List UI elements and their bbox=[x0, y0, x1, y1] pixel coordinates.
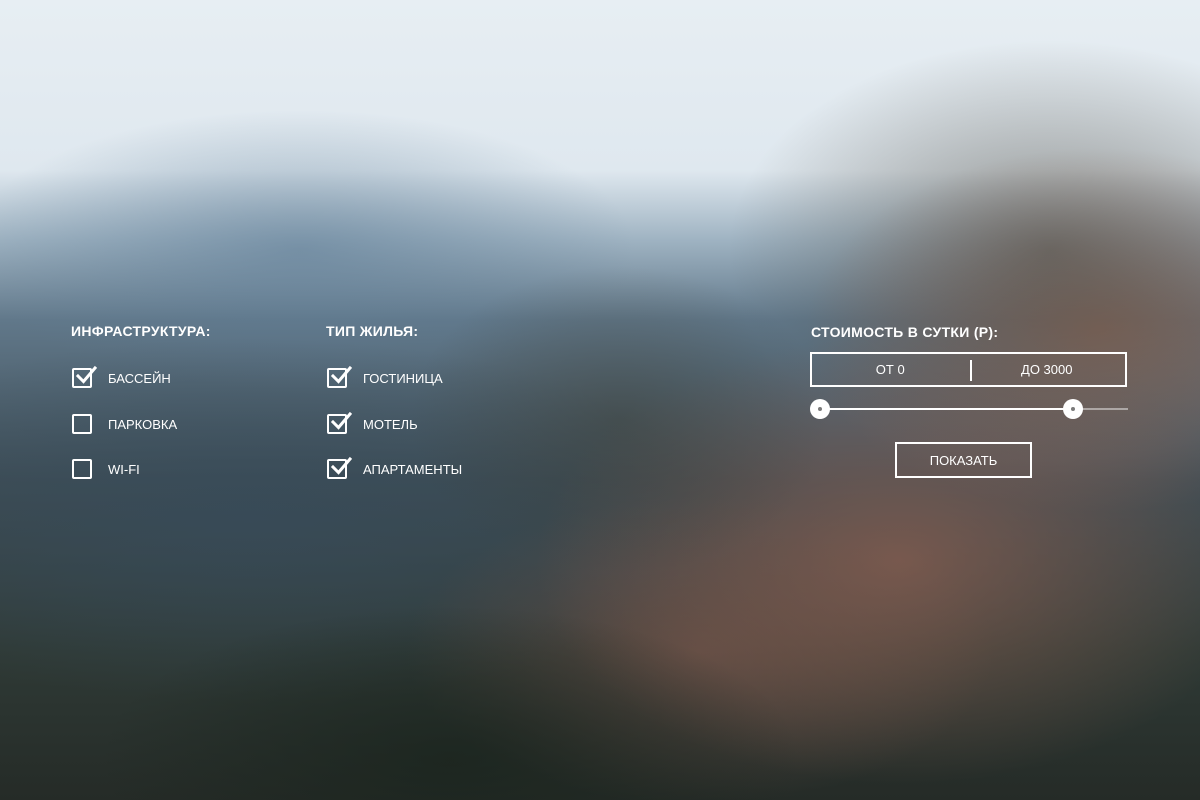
price-range-inputs: ОТ 0 ДО 3000 bbox=[810, 352, 1127, 387]
show-button[interactable]: ПОКАЗАТЬ bbox=[895, 442, 1032, 478]
price-to-field[interactable]: ДО 3000 bbox=[969, 354, 1126, 385]
checkbox-hotel[interactable] bbox=[327, 365, 352, 388]
checkbox-item-parking[interactable]: ПАРКОВКА bbox=[72, 412, 177, 436]
checkbox-label-hotel: ГОСТИНИЦА bbox=[363, 370, 443, 386]
price-heading: СТОИМОСТЬ В СУТКИ (Р): bbox=[811, 324, 999, 340]
checkmark-icon bbox=[330, 411, 352, 430]
checkbox-label-wifi: WI-FI bbox=[108, 461, 140, 477]
checkbox-label-pool: БАССЕЙН bbox=[108, 370, 171, 386]
price-divider bbox=[970, 360, 972, 381]
checkbox-parking[interactable] bbox=[72, 414, 92, 434]
checkbox-motel[interactable] bbox=[327, 411, 352, 434]
checkbox-label-parking: ПАРКОВКА bbox=[108, 416, 178, 432]
checkmark-icon bbox=[330, 456, 352, 475]
price-slider-fill bbox=[820, 408, 1073, 410]
checkbox-apartments[interactable] bbox=[327, 456, 352, 479]
infrastructure-heading: ИНФРАСТРУКТУРА: bbox=[71, 323, 211, 339]
checkbox-item-pool[interactable]: БАССЕЙН bbox=[72, 365, 171, 390]
checkbox-item-hotel[interactable]: ГОСТИНИЦА bbox=[327, 365, 443, 390]
price-slider-track[interactable] bbox=[810, 399, 1128, 419]
background-mountain-overlay bbox=[0, 0, 1200, 800]
checkbox-label-apartments: АПАРТАМЕНТЫ bbox=[363, 461, 463, 477]
price-slider-min-handle[interactable] bbox=[810, 399, 830, 419]
checkbox-label-motel: МОТЕЛЬ bbox=[363, 416, 418, 432]
checkbox-item-motel[interactable]: МОТЕЛЬ bbox=[327, 411, 418, 436]
checkmark-icon bbox=[75, 365, 97, 384]
checkbox-pool[interactable] bbox=[72, 365, 97, 388]
checkbox-item-wifi[interactable]: WI-FI bbox=[72, 457, 140, 481]
checkmark-icon bbox=[330, 365, 352, 384]
checkbox-item-apartments[interactable]: АПАРТАМЕНТЫ bbox=[327, 456, 463, 481]
checkbox-wifi[interactable] bbox=[72, 459, 92, 479]
price-from-field[interactable]: ОТ 0 bbox=[812, 354, 969, 385]
price-slider-max-handle[interactable] bbox=[1062, 399, 1083, 419]
housing-type-heading: ТИП ЖИЛЬЯ: bbox=[326, 323, 419, 339]
